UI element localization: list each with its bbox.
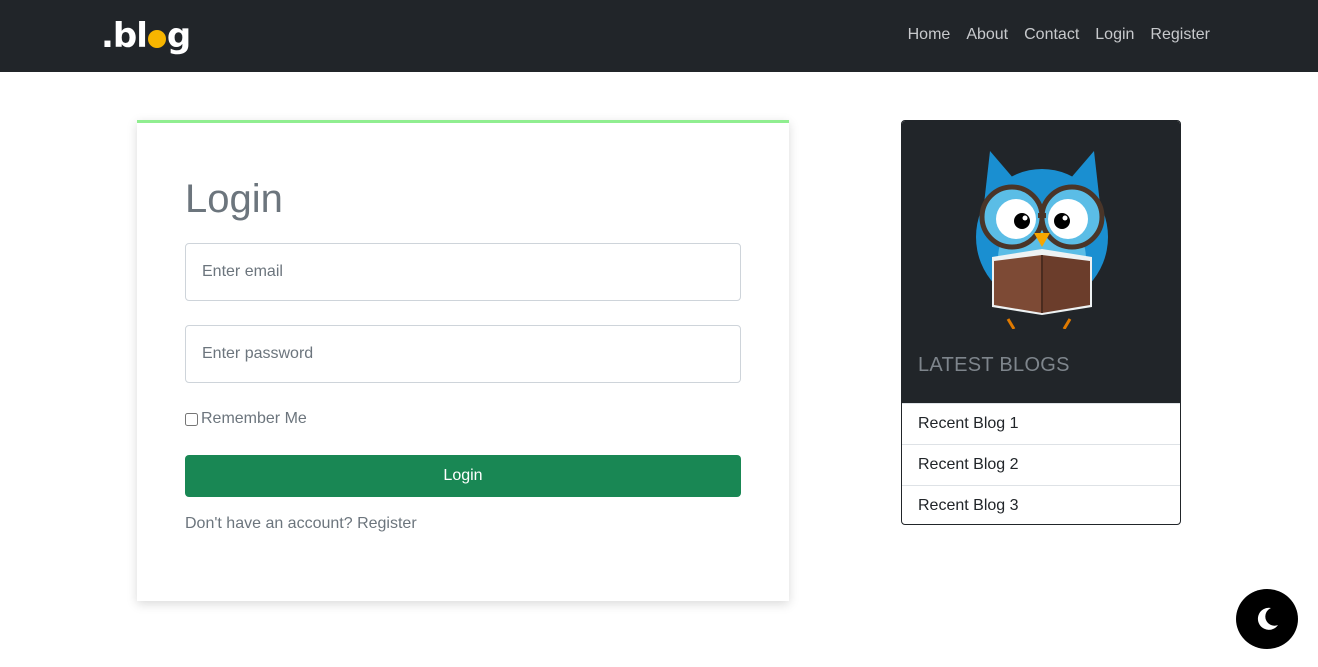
latest-blogs-panel: LATEST BLOGS Recent Blog 1 Recent Blog 2… [901, 120, 1181, 525]
navbar: .bl g Home About Contact Login Register [0, 0, 1318, 72]
login-button[interactable]: Login [185, 455, 741, 497]
nav-link-home[interactable]: Home [908, 24, 951, 46]
latest-blogs-title: LATEST BLOGS [918, 354, 1070, 376]
nav-links: Home About Contact Login Register [908, 24, 1210, 46]
email-input[interactable] [185, 243, 741, 301]
recent-blog-item[interactable]: Recent Blog 2 [902, 444, 1180, 485]
signup-text: Don't have an account? [185, 515, 353, 532]
owl-reading-icon [976, 151, 1108, 329]
nav-link-register[interactable]: Register [1150, 24, 1210, 46]
remember-me-label: Remember Me [201, 410, 307, 427]
recent-blog-item[interactable]: Recent Blog 1 [902, 403, 1180, 444]
remember-me-checkbox[interactable] [185, 412, 198, 426]
login-title: Login [185, 177, 283, 221]
signup-link[interactable]: Register [357, 515, 417, 532]
moon-icon [1257, 607, 1278, 630]
theme-toggle-button[interactable] [1236, 589, 1298, 649]
logo-text-start: .bl [101, 16, 148, 56]
logo[interactable]: .bl g [101, 14, 191, 58]
remember-me[interactable]: Remember Me [185, 410, 307, 428]
recent-blog-item[interactable]: Recent Blog 3 [902, 485, 1180, 524]
logo-dot-icon [147, 30, 166, 48]
logo-text-end: g [166, 16, 191, 56]
password-input[interactable] [185, 325, 741, 383]
nav-link-contact[interactable]: Contact [1024, 24, 1079, 46]
nav-link-about[interactable]: About [966, 24, 1008, 46]
latest-blogs-header: LATEST BLOGS [902, 121, 1180, 403]
login-card: Login Remember Me Login Don't have an ac… [137, 120, 789, 601]
signup-prompt: Don't have an account? Register [185, 515, 417, 533]
nav-link-login[interactable]: Login [1095, 24, 1134, 46]
